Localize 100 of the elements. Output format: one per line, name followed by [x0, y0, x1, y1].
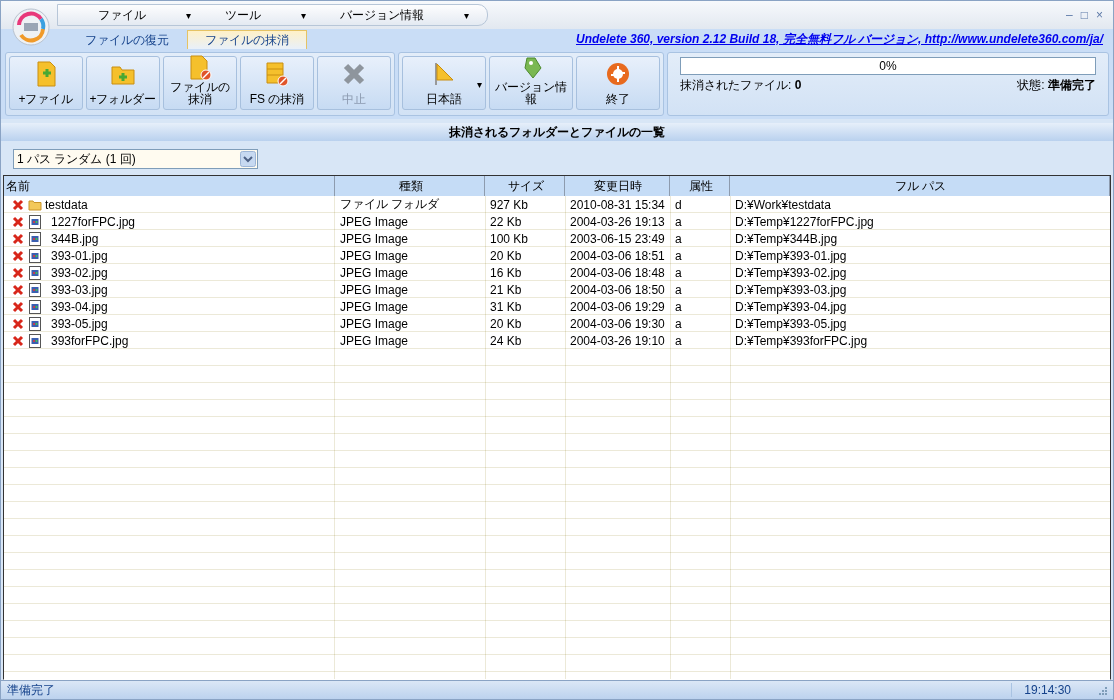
table-cell-text: JPEG Image [339, 213, 410, 230]
table-cell-text: 2004-03-06 19:29 [569, 298, 666, 315]
table-cell-text: a [674, 213, 683, 230]
table-cell-text: 2004-03-26 19:13 [569, 213, 666, 230]
table-cell-text: 31 Kb [489, 298, 523, 315]
table-cell-text: 2004-03-26 19:10 [569, 332, 666, 349]
table-cell-text: D:¥Temp¥393forFPC.jpg [734, 332, 869, 349]
delete-icon [11, 265, 25, 280]
menu-item[interactable]: ファイル ▾ [78, 5, 200, 25]
column-header[interactable]: サイズ [485, 176, 565, 196]
tab[interactable]: ファイルの抹消 [187, 30, 307, 49]
table-cell-text: 2004-03-06 18:48 [569, 264, 666, 281]
column-header[interactable]: フル パス [730, 176, 1110, 196]
delete-icon [11, 248, 25, 263]
table-cell-text: JPEG Image [339, 264, 410, 281]
table-cell-text: 20 Kb [489, 247, 523, 264]
table-cell-text: D:¥Temp¥393-04.jpg [734, 298, 848, 315]
table-cell-text: a [674, 332, 683, 349]
table-cell-text: ファイル フォルダ [339, 196, 441, 213]
image-file-icon [28, 265, 42, 280]
table-cell-text: D:¥Temp¥1227forFPC.jpg [734, 213, 875, 230]
delete-icon [11, 197, 25, 212]
name-cell: 393forFPC.jpg [4, 332, 335, 349]
section-title: 抹消されるフォルダーとファイルの一覧 [1, 123, 1113, 141]
table-cell-text: JPEG Image [339, 247, 410, 264]
table-cell-text: D:¥Temp¥393-01.jpg [734, 247, 848, 264]
table-cell-text: a [674, 230, 683, 247]
menu-item[interactable]: ツール ▾ [205, 5, 315, 25]
table-cell-text: JPEG Image [339, 332, 410, 349]
image-file-icon [28, 248, 42, 263]
column-header[interactable]: 変更日時 [565, 176, 670, 196]
folder-icon [28, 197, 42, 212]
column-header[interactable]: 種類 [335, 176, 485, 196]
database-delete-icon [265, 61, 289, 87]
name-cell: 393-01.jpg [4, 247, 335, 264]
name-cell: 393-03.jpg [4, 281, 335, 298]
table-cell-text: a [674, 298, 683, 315]
table-cell-text: 2004-03-06 18:51 [569, 247, 666, 264]
progress-reading: 0% [879, 59, 897, 73]
image-file-icon [28, 299, 42, 314]
aperture-icon [606, 61, 630, 87]
image-file-icon [28, 333, 42, 348]
table-cell-text: JPEG Image [339, 230, 410, 247]
file-delete-icon [188, 55, 212, 81]
table-cell-text: 21 Kb [489, 281, 523, 298]
delete-icon [11, 282, 25, 297]
table-cell-text: 2004-03-06 18:50 [569, 281, 666, 298]
table-cell-text: d [674, 196, 683, 213]
toolbar-button[interactable]: 日本語 ▾ [402, 56, 486, 110]
image-file-icon [28, 231, 42, 246]
window-control[interactable]: – [1066, 8, 1073, 22]
tab[interactable]: ファイルの復元 [67, 30, 187, 49]
toolbar-button[interactable]: 終了 [576, 56, 660, 110]
table-cell-text: D:¥Temp¥393-02.jpg [734, 264, 848, 281]
table-cell-text: a [674, 315, 683, 332]
toolbar-button[interactable]: FS の抹消 [240, 56, 314, 110]
table-cell-text: 16 Kb [489, 264, 523, 281]
resize-grip-icon [1097, 685, 1107, 695]
menu-item[interactable]: バージョン情報 ▾ [320, 5, 478, 25]
table-cell-text: 927 Kb [489, 196, 530, 213]
delete-icon [11, 299, 25, 314]
name-cell: 393-05.jpg [4, 315, 335, 332]
column-header[interactable]: 名前 [4, 176, 335, 196]
column-header[interactable]: 属性 [670, 176, 730, 196]
wiped-files-count: 抹消されたファイル: 0 [680, 77, 803, 94]
table-cell-text: 2010-08-31 15:34 [569, 196, 666, 213]
table-cell-text: a [674, 264, 683, 281]
toolbar-button[interactable]: ファイルの抹消 [163, 56, 237, 110]
window-control[interactable]: × [1096, 8, 1103, 22]
website-link[interactable]: Undelete 360, version 2.12 Build 18, 完全無料フル バージョン, http://www.undelete360.com/ja/ [576, 30, 1103, 48]
delete-icon [11, 231, 25, 246]
table-cell-text: D:¥Work¥testdata [734, 196, 832, 213]
table-cell-text: a [674, 281, 683, 298]
flag-icon [432, 61, 456, 87]
delete-icon [11, 214, 25, 229]
table-cell-text: 22 Kb [489, 213, 523, 230]
toolbar-button[interactable]: バージョン情報 [489, 56, 573, 110]
table-cell-text: JPEG Image [339, 281, 410, 298]
window-control[interactable]: □ [1080, 8, 1088, 22]
table-cell-text: 100 Kb [489, 230, 530, 247]
table-cell-text: JPEG Image [339, 298, 410, 315]
name-cell: 344B.jpg [4, 230, 335, 247]
name-cell: 393-02.jpg [4, 264, 335, 281]
file-plus-icon [34, 61, 58, 87]
toolbar-button[interactable]: +フォルダー [86, 56, 160, 110]
table-cell-text: D:¥Temp¥393-03.jpg [734, 281, 848, 298]
image-file-icon [28, 214, 42, 229]
name-cell: 393-04.jpg [4, 298, 335, 315]
name-cell: testdata [4, 196, 335, 213]
image-file-icon [28, 282, 42, 297]
cross-icon [342, 61, 366, 87]
table-cell-text: 20 Kb [489, 315, 523, 332]
toolbar-button[interactable]: +ファイル [9, 56, 83, 110]
chevron-down-icon [240, 151, 256, 167]
table-cell-text: JPEG Image [339, 315, 410, 332]
table-cell-text: 2003-06-15 23:49 [569, 230, 666, 247]
method-dropdown[interactable]: 1 パス ランダム (1 回) [13, 149, 258, 169]
delete-icon [11, 333, 25, 348]
status-message: 準備完了 [7, 681, 55, 699]
table-cell-text: a [674, 247, 683, 264]
